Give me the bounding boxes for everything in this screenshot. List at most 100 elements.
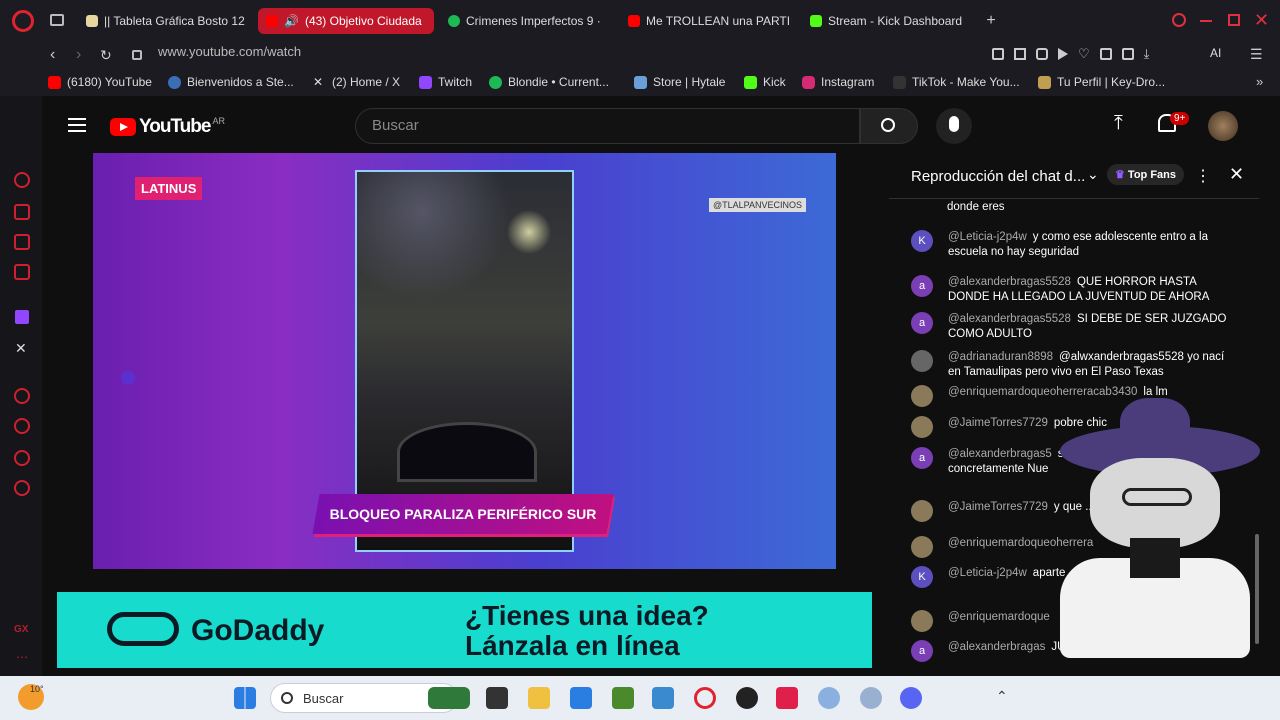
youtube-logo[interactable]: YouTube AR	[110, 116, 225, 138]
play-icon[interactable]	[1058, 48, 1068, 60]
chat-username[interactable]: @alexanderbragas5528	[948, 276, 1071, 288]
chat-avatar: a	[911, 447, 933, 469]
chat-avatar: K	[911, 230, 933, 252]
region-code: AR	[212, 116, 225, 126]
chat-username[interactable]: @Leticia-j2p4w	[948, 567, 1027, 579]
clock-icon[interactable]	[14, 418, 30, 434]
chat-username[interactable]: @enriquemardoque	[948, 611, 1050, 623]
obs-icon[interactable]	[736, 687, 758, 709]
adblock-icon[interactable]	[1036, 48, 1048, 60]
chat-username[interactable]: @adrianaduran8898	[948, 351, 1053, 363]
bookmark-instagram[interactable]: Instagram	[802, 75, 874, 89]
tab-4[interactable]: Stream - Kick Dashboard	[802, 8, 978, 34]
x-sidebar-icon[interactable]: ✕	[15, 340, 27, 357]
browser-tab-bar: || Tableta Gráfica Bosto 12 🔊 (43) Objeti…	[0, 0, 1280, 42]
chat-username[interactable]: @JaimeTorres7729	[948, 417, 1048, 429]
extensions-icon[interactable]	[1099, 48, 1112, 60]
player-icon[interactable]	[14, 388, 30, 404]
bookmark-kick[interactable]: Kick	[744, 75, 786, 89]
new-tab-button[interactable]: +	[982, 12, 1000, 30]
bookmark-twitch[interactable]: Twitch	[419, 75, 472, 89]
tab-2[interactable]: Crimenes Imperfectos 9 ·	[440, 8, 610, 34]
close-window-button[interactable]: ✕	[1254, 10, 1269, 31]
bookmark-label: TikTok - Make You...	[912, 75, 1020, 89]
bookmark-steam[interactable]: Bienvenidos a Ste...	[168, 75, 294, 89]
ad-line2: Lánzala en línea	[465, 630, 680, 661]
extensions-sidebar-icon[interactable]	[14, 450, 30, 466]
store-icon[interactable]	[570, 687, 592, 709]
file-explorer-icon[interactable]	[528, 687, 550, 709]
chat-username[interactable]: @Leticia-j2p4w	[948, 231, 1027, 243]
ad-banner[interactable]: GoDaddy ¿Tienes una idea? Lánzala en lín…	[57, 592, 872, 668]
bookmark-x[interactable]: ✕ (2) Home / X	[313, 75, 400, 89]
workspaces-icon[interactable]	[50, 14, 64, 26]
forest-widget-icon[interactable]	[428, 687, 470, 709]
bookmark-tiktok[interactable]: TikTok - Make You...	[893, 75, 1020, 89]
history-refresh-icon[interactable]	[14, 172, 30, 188]
chat-username[interactable]: @alexanderbragas5	[948, 448, 1052, 460]
chat-message: @alexanderbragas5528 SI DEBE DE SER JUZGA…	[948, 312, 1228, 342]
chat-username[interactable]: @alexanderbragas5528	[948, 313, 1071, 325]
opera-logo-icon[interactable]	[12, 10, 34, 32]
ad-brand: GoDaddy	[191, 614, 325, 647]
discord-icon[interactable]	[900, 687, 922, 709]
tray-chevron-up-icon[interactable]: ⌃	[996, 688, 1008, 705]
maximize-button[interactable]	[1228, 14, 1240, 26]
url-field[interactable]: www.youtube.com/watch	[158, 44, 301, 59]
bookmark-hytale[interactable]: Store | Hytale	[634, 75, 725, 89]
download-icon[interactable]: ⤓	[1144, 47, 1150, 64]
tab-1[interactable]: 🔊 (43) Objetivo Ciudada	[258, 8, 434, 34]
spotify-icon	[489, 75, 502, 89]
bookmark-keydrop[interactable]: Tu Perfil | Key-Dro...	[1038, 75, 1165, 89]
messenger-icon[interactable]	[14, 264, 30, 280]
chat-avatar	[911, 385, 933, 407]
chat-avatar	[911, 350, 933, 372]
app-icon[interactable]	[818, 687, 840, 709]
avatar[interactable]	[1208, 111, 1238, 141]
minecraft-icon[interactable]	[612, 687, 634, 709]
windows-start-icon[interactable]	[234, 687, 256, 709]
ai-button[interactable]: AI	[1210, 46, 1221, 60]
forward-button[interactable]: ›	[76, 46, 81, 64]
chat-avatar: a	[911, 312, 933, 334]
voice-search-button[interactable]	[936, 108, 972, 144]
search-tabs-icon[interactable]	[1172, 13, 1186, 27]
snapshot-icon[interactable]	[1014, 48, 1026, 60]
top-fans-button[interactable]: ♛ Top Fans	[1107, 164, 1184, 185]
hamburger-menu-icon[interactable]	[68, 118, 86, 132]
bookmarks-more-icon[interactable]: »	[1256, 74, 1263, 89]
chat-username[interactable]: @JaimeTorres7729	[948, 501, 1048, 513]
twitch-sidebar-icon[interactable]	[15, 310, 29, 324]
more-options-icon[interactable]: ⋮	[1195, 166, 1211, 186]
close-chat-icon[interactable]: ✕	[1229, 164, 1244, 185]
tab-label: (43) Objetivo Ciudada	[304, 14, 422, 28]
search-button[interactable]	[860, 108, 918, 144]
app-icon-2[interactable]	[860, 687, 882, 709]
reload-button[interactable]: ↻	[100, 47, 112, 64]
shop-icon[interactable]	[14, 204, 30, 220]
opera-gx-taskbar-icon[interactable]	[694, 687, 716, 709]
task-view-icon[interactable]	[486, 687, 508, 709]
minimize-button[interactable]	[1200, 20, 1212, 22]
photos-icon[interactable]	[652, 687, 674, 709]
chat-username[interactable]: @alexanderbragas	[948, 641, 1045, 653]
chat-avatar	[911, 500, 933, 522]
bookmark-spotify[interactable]: Blondie • Current...	[489, 75, 609, 89]
search-input[interactable]: Buscar	[355, 108, 860, 144]
crypto-wallet-icon[interactable]	[14, 234, 30, 250]
bookmark-youtube[interactable]: (6180) YouTube	[48, 75, 152, 89]
chat-username[interactable]: @enriquemardoqueoherreracab3430	[948, 386, 1137, 398]
tab-0[interactable]: || Tableta Gráfica Bosto 12	[78, 8, 248, 34]
wallet-icon[interactable]	[1121, 48, 1134, 60]
settings-icon[interactable]	[14, 480, 30, 496]
more-icon[interactable]: ⋯	[16, 650, 28, 664]
back-button[interactable]: ‹	[50, 46, 55, 64]
pin-icon[interactable]	[992, 48, 1004, 60]
chevron-down-icon[interactable]: ⌄	[1087, 166, 1099, 183]
tab-3[interactable]: Me TROLLEAN una PARTI	[620, 8, 796, 34]
menu-icon[interactable]: ☰	[1250, 46, 1263, 63]
kick-favicon-icon	[810, 15, 822, 27]
tiktok-live-icon[interactable]	[776, 687, 798, 709]
upload-icon[interactable]: ⤒	[1114, 112, 1123, 135]
heart-icon[interactable]: ♡	[1078, 47, 1090, 64]
